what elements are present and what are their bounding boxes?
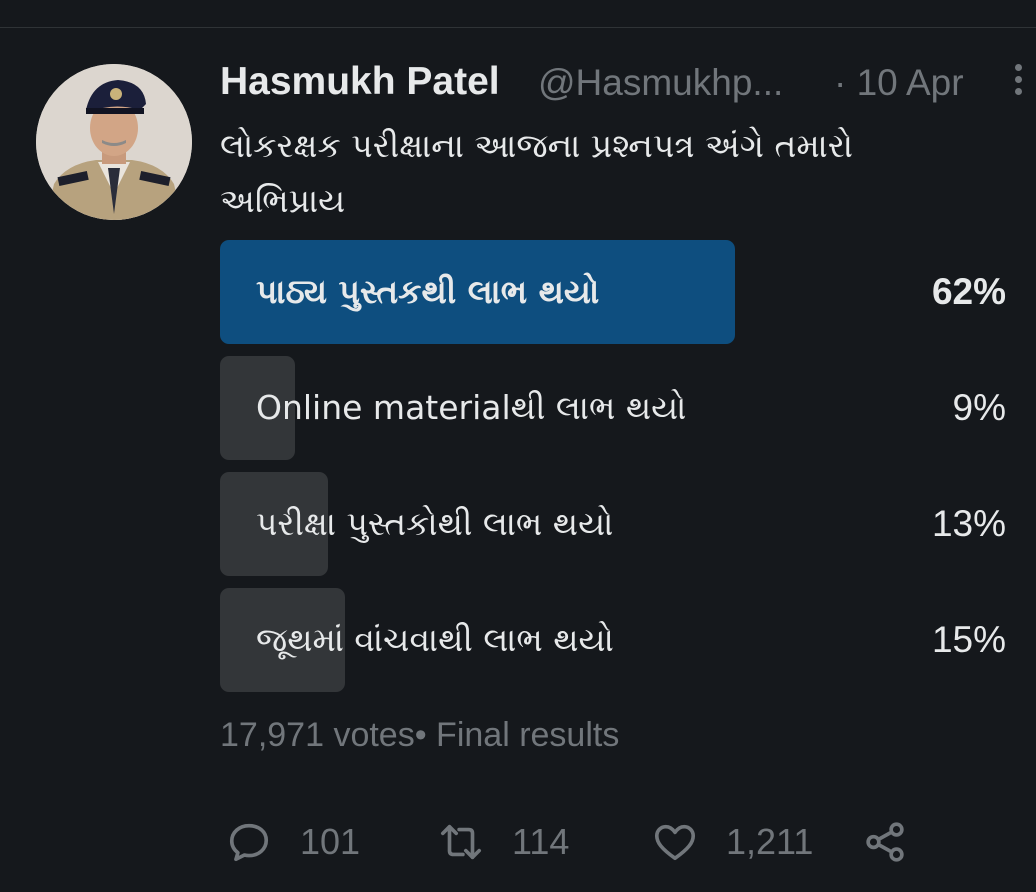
avatar-image	[36, 64, 192, 220]
author-handle[interactable]: @Hasmukhp...	[538, 62, 783, 104]
poll-votes: 17,971 votes	[220, 716, 415, 754]
heart-icon	[654, 824, 696, 861]
tweet-date[interactable]: · 10 Apr	[834, 62, 964, 104]
poll-status: • Final results	[414, 716, 620, 754]
poll-option-4-percent: 15%	[931, 619, 1006, 660]
tweet-header: Hasmukh Patel @Hasmukhp... · 10 Apr	[220, 56, 1022, 112]
poll-option-2-percent: 9%	[952, 387, 1006, 428]
avatar[interactable]	[36, 64, 192, 220]
like-button[interactable]: 1,211	[652, 812, 813, 872]
reply-count: 101	[300, 821, 361, 862]
top-divider	[0, 27, 1036, 28]
author-name[interactable]: Hasmukh Patel	[220, 60, 500, 104]
poll-meta: 17,971 votes• Final results	[220, 716, 619, 755]
like-count: 1,211	[726, 821, 814, 862]
poll-option-2[interactable]: Online materialથી લાભ થયો 9%	[220, 356, 1010, 460]
poll-option-1-percent: 62%	[931, 271, 1006, 312]
tweet-text: લોકરક્ષક પરીક્ષાના આજના પ્રશ્નપત્ર અંગે …	[220, 126, 854, 220]
poll-option-3[interactable]: પરીક્ષા પુસ્તકોથી લાભ થયો 13%	[220, 472, 1010, 576]
more-icon[interactable]	[1008, 64, 1028, 100]
poll-option-4[interactable]: જૂથમાં વાંચવાથી લાભ થયો 15%	[220, 588, 1010, 692]
poll-option-2-label: Online materialથી લાભ થયો	[256, 388, 687, 427]
retweet-button[interactable]: 114	[438, 812, 569, 872]
poll-option-4-label: જૂથમાં વાંચવાથી લાભ થયો	[256, 620, 614, 659]
poll-option-1-label: પાઠ્ય પુસ્તકથી લાભ થયો	[256, 272, 600, 311]
tweet-actions: 101 114 1,211	[226, 812, 926, 872]
share-icon	[866, 822, 904, 862]
poll-option-1[interactable]: પાઠ્ય પુસ્તકથી લાભ થયો 62%	[220, 240, 1010, 344]
retweet-count: 114	[512, 821, 570, 862]
share-button[interactable]	[862, 812, 908, 872]
reply-icon	[229, 823, 269, 862]
retweet-icon	[440, 824, 482, 860]
poll-option-3-percent: 13%	[931, 503, 1006, 544]
poll-option-3-label: પરીક્ષા પુસ્તકોથી લાભ થયો	[256, 504, 614, 543]
reply-button[interactable]: 101	[226, 812, 360, 872]
